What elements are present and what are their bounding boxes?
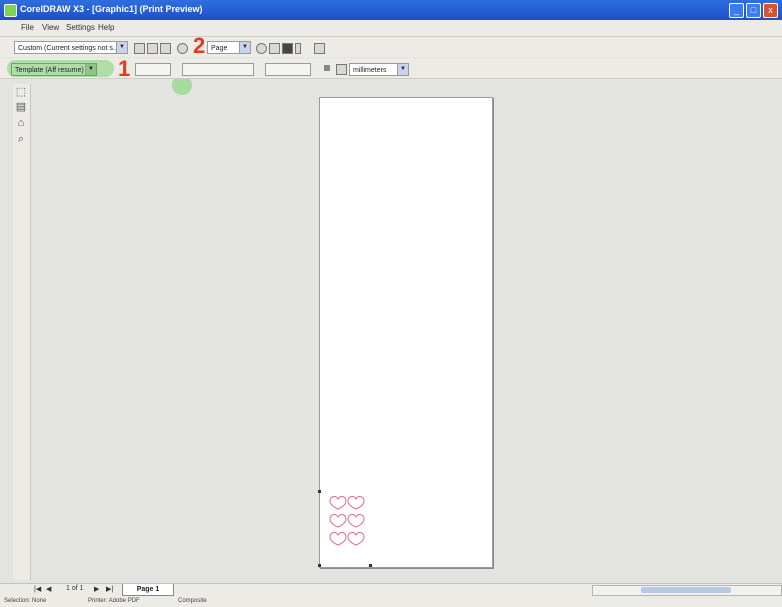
toolbox: ⬚ ▤ ⌂ ⌕	[13, 84, 31, 580]
selection-status: Selection: None	[4, 598, 47, 604]
menu-help[interactable]: Help	[98, 23, 114, 32]
chevron-down-icon: ▼	[116, 42, 127, 53]
menu-file[interactable]: File	[21, 23, 34, 32]
color-separations-icon[interactable]	[269, 43, 280, 54]
save-style-icon[interactable]	[134, 43, 145, 54]
menu-view[interactable]: View	[42, 23, 59, 32]
maximize-button[interactable]: □	[746, 3, 761, 18]
minimize-button[interactable]: _	[729, 3, 744, 18]
status-bar: Selection: None Printer: Adobe PDF Compo…	[0, 596, 782, 607]
full-screen-icon[interactable]	[256, 43, 267, 54]
print-style-value: Custom (Current settings not s...	[18, 45, 119, 52]
callout-2: 2	[193, 33, 206, 58]
scale-field[interactable]	[265, 63, 311, 76]
imposition-layout-icon[interactable]: ▤	[15, 101, 27, 113]
mirror-icon[interactable]	[295, 43, 301, 54]
close-button[interactable]: x	[763, 3, 778, 18]
app-icon	[4, 4, 17, 17]
selection-handle[interactable]	[369, 564, 372, 567]
units-icon	[336, 64, 347, 75]
print-options-icon[interactable]	[160, 43, 171, 54]
menu-bar: File View Settings Help	[0, 20, 782, 37]
chevron-down-icon: ▼	[397, 64, 408, 75]
imposition-layout-value: Template (Aff resume)	[15, 67, 84, 74]
tab-page-1[interactable]: Page 1	[122, 584, 174, 596]
menu-settings[interactable]: Settings	[66, 23, 95, 32]
lock-icon[interactable]	[324, 65, 330, 71]
chevron-down-icon: ▼	[239, 42, 250, 53]
page-navigation-bar: |◀ ◀ 1 of 1 ▶ ▶| Page 1	[0, 583, 782, 596]
units-value: millimeters	[353, 67, 387, 74]
window-title: CorelDRAW X3 - [Graphic1] (Print Preview…	[20, 4, 203, 14]
scrollbar-thumb[interactable]	[641, 587, 731, 593]
invert-icon[interactable]	[282, 43, 293, 54]
callout-1: 1	[118, 56, 131, 81]
next-page-button[interactable]: ▶	[94, 585, 99, 593]
print-icon[interactable]	[177, 43, 188, 54]
prev-page-button[interactable]: ◀	[46, 585, 51, 593]
zoom-value: Page	[211, 45, 228, 52]
close-preview-icon[interactable]	[314, 43, 325, 54]
main-toolbar: Custom (Current settings not s... ▼ Page…	[0, 37, 782, 95]
color-mode-status: Composite	[178, 598, 207, 604]
printer-status: Printer: Adobe PDF	[88, 598, 140, 604]
window-controls: _ □ x	[729, 3, 778, 18]
imposition-layout-select[interactable]: Template (Aff resume) ▼	[11, 63, 97, 76]
horizontal-scrollbar[interactable]	[592, 585, 782, 596]
delete-style-icon[interactable]	[147, 43, 158, 54]
size-field[interactable]	[182, 63, 254, 76]
pick-icon[interactable]: ⬚	[15, 86, 27, 98]
units-select[interactable]: millimeters ▼	[349, 63, 409, 76]
selection-handle[interactable]	[318, 564, 321, 567]
print-style-select[interactable]: Custom (Current settings not s... ▼	[14, 41, 128, 54]
last-page-button[interactable]: ▶|	[106, 585, 113, 593]
selection-handle[interactable]	[318, 490, 321, 493]
heart-shapes-graphic[interactable]	[327, 493, 369, 555]
first-page-button[interactable]: |◀	[34, 585, 41, 593]
page-counter: 1 of 1	[66, 585, 84, 592]
chevron-down-icon: ▼	[85, 64, 96, 75]
title-bar: CorelDRAW X3 - [Graphic1] (Print Preview…	[0, 0, 782, 20]
zoom-icon[interactable]: ⌕	[15, 133, 27, 145]
position-field[interactable]	[135, 63, 171, 76]
zoom-select[interactable]: Page ▼	[207, 41, 251, 54]
marks-placement-icon[interactable]: ⌂	[15, 117, 27, 129]
